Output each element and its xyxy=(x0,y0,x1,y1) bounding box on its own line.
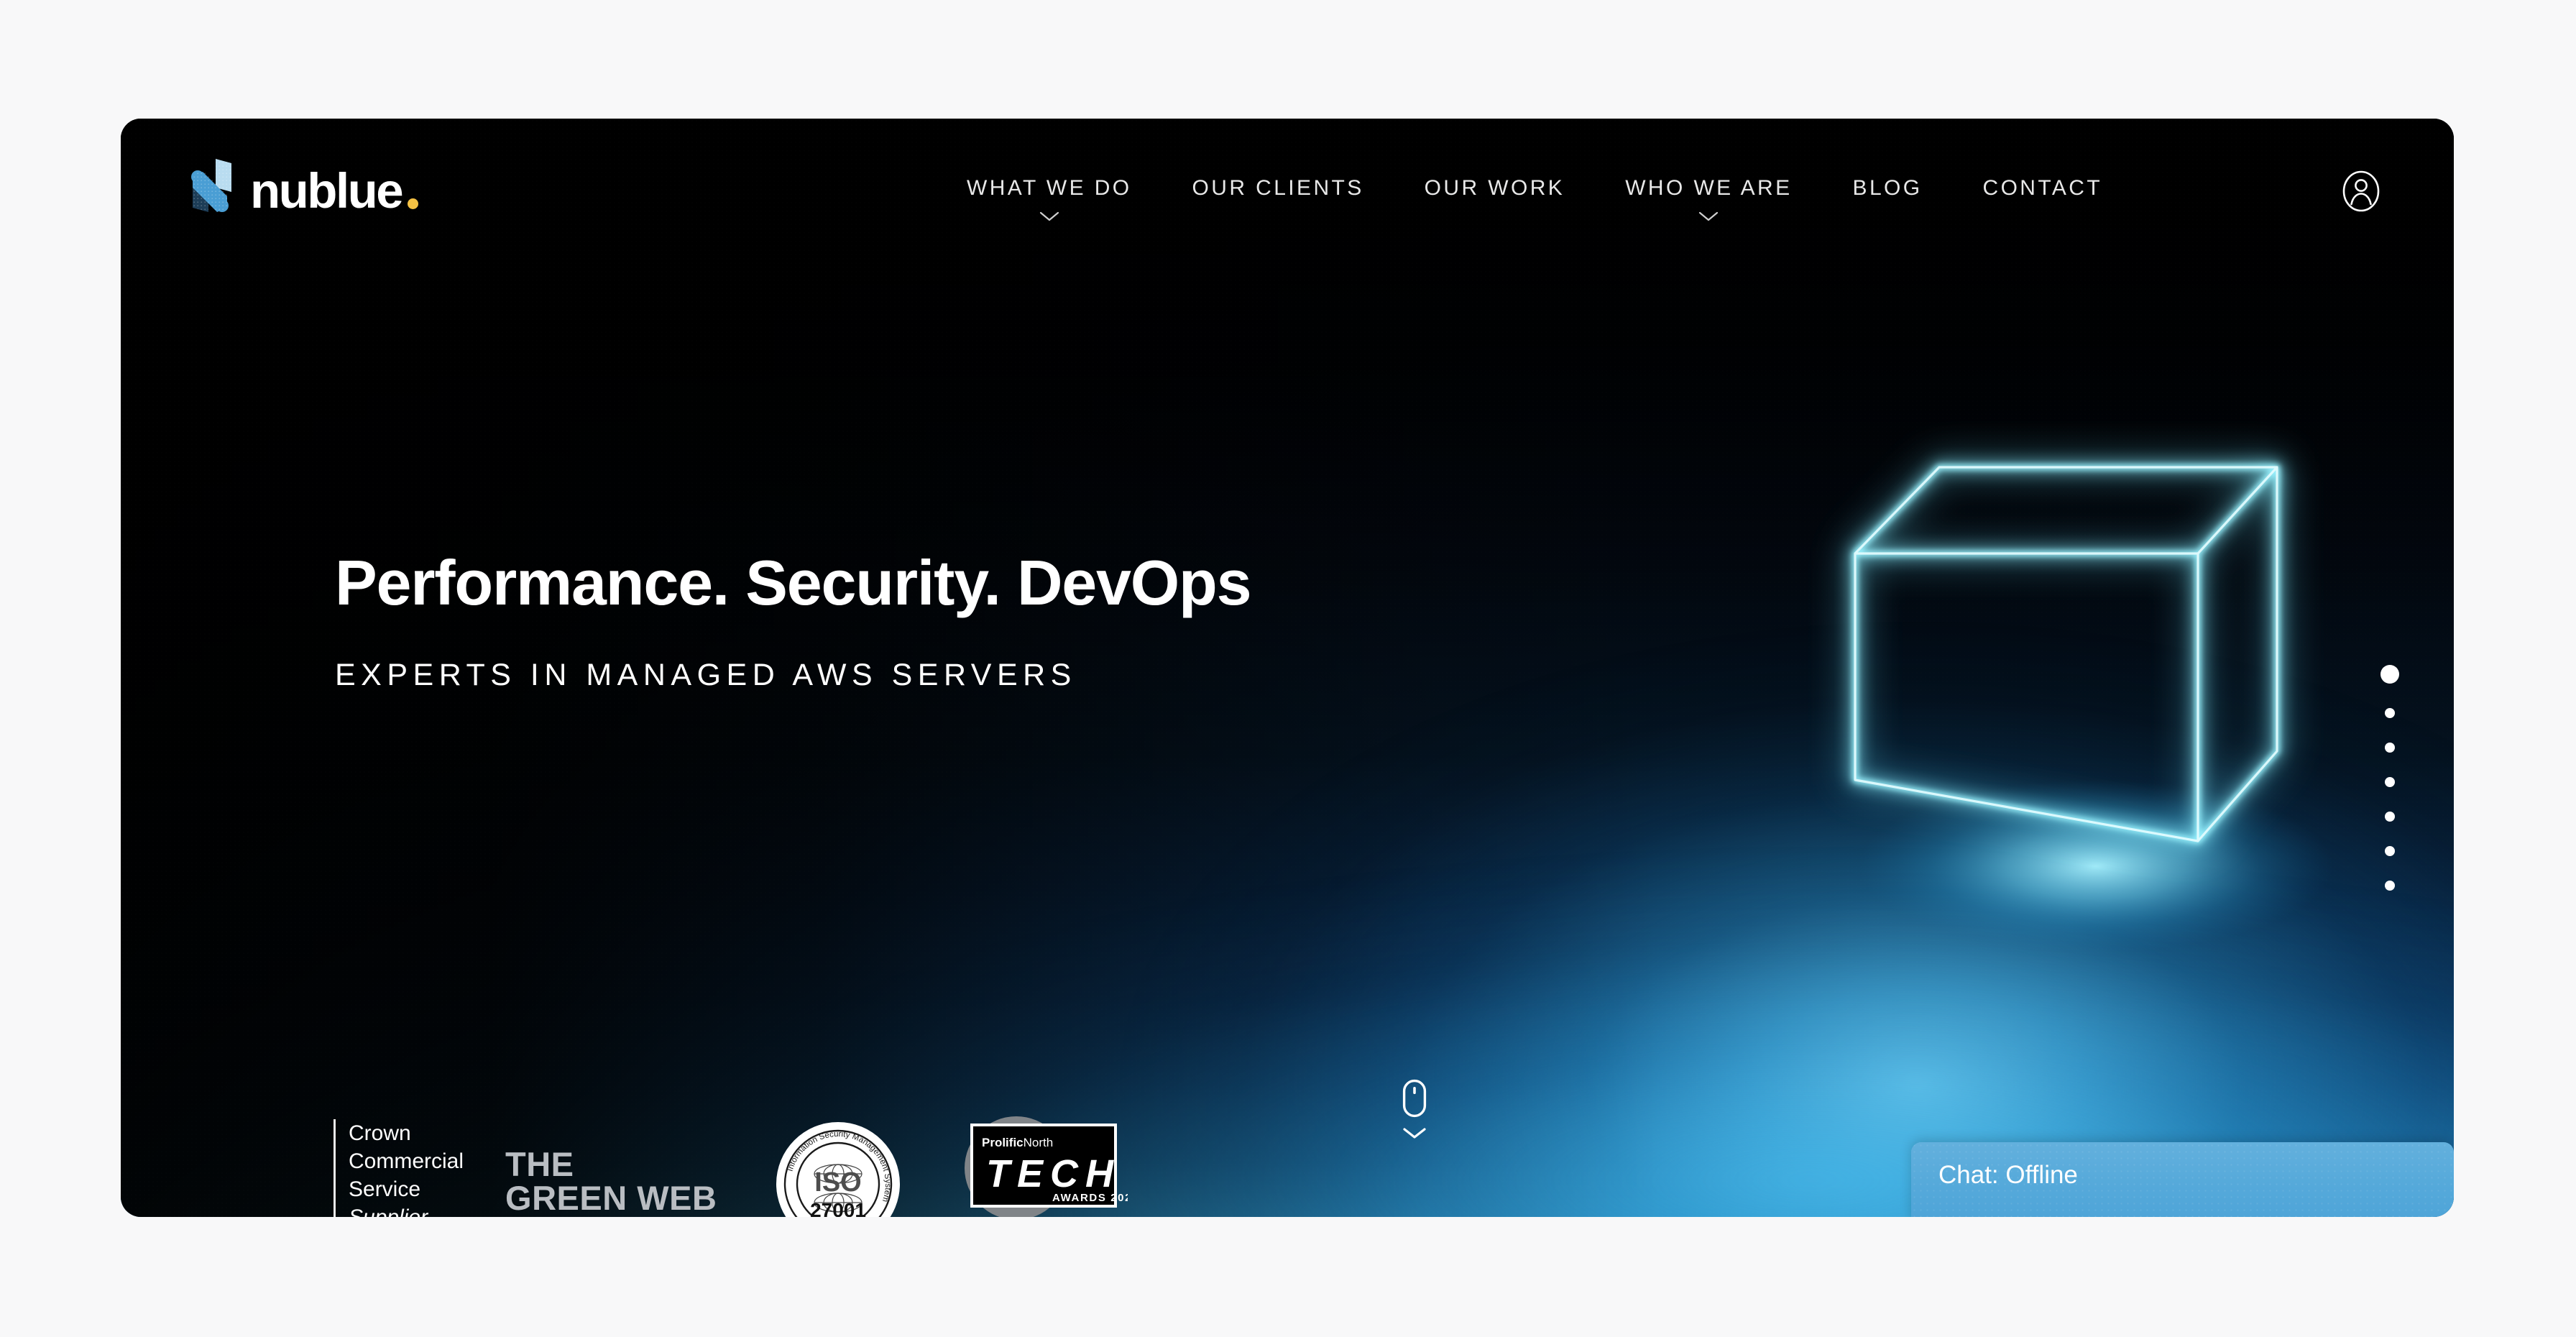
badge-green-web-foundation: THE GREEN WEB FOUNDATION xyxy=(505,1147,732,1217)
slide-dot-3[interactable] xyxy=(2385,743,2395,753)
hero-title: Performance. Security. DevOps xyxy=(335,547,1252,618)
iso-standard: ISO xyxy=(814,1167,861,1198)
ccs-line-1: Crown xyxy=(349,1121,411,1145)
iso-number: 27001 xyxy=(810,1199,866,1217)
tech-awards-year: AWARDS 2021 xyxy=(1052,1192,1128,1204)
badge-iso-27001: Information Security Management System I… xyxy=(773,1119,903,1217)
nav-item-our-clients[interactable]: OUR CLIENTS xyxy=(1162,176,1394,201)
ccs-vertical-rule xyxy=(334,1119,336,1217)
logo-nublue[interactable]: nublue xyxy=(183,153,419,219)
chevron-down-icon xyxy=(1699,211,1719,221)
svg-text:ProlificNorth: ProlificNorth xyxy=(982,1136,1053,1149)
hero-copy: Performance. Security. DevOps EXPERTS IN… xyxy=(335,547,1252,693)
chevron-down-icon xyxy=(1039,211,1059,221)
chevron-down-icon xyxy=(1403,1128,1426,1139)
nav-label: OUR CLIENTS xyxy=(1192,176,1364,200)
slide-dot-2[interactable] xyxy=(2385,708,2395,718)
nav-label: WHO WE ARE xyxy=(1625,176,1793,200)
chat-status-label: Chat: Offline xyxy=(1938,1161,2078,1189)
account-person-icon[interactable] xyxy=(2340,170,2382,212)
accreditation-badges: Crown Commercial Service Supplier THE GR… xyxy=(334,1112,1138,1217)
nav-label: BLOG xyxy=(1852,176,1923,200)
tech-title: TECH xyxy=(986,1152,1121,1195)
nav-label: OUR WORK xyxy=(1424,176,1565,200)
logo-wordmark: nublue xyxy=(250,163,404,219)
nav-label: CONTACT xyxy=(1982,176,2103,200)
badge-crown-commercial-service: Crown Commercial Service Supplier xyxy=(334,1119,464,1217)
nav-item-contact[interactable]: CONTACT xyxy=(1953,176,2133,201)
nav-item-our-work[interactable]: OUR WORK xyxy=(1394,176,1596,201)
tech-result: WINNER xyxy=(993,1216,1124,1217)
slide-dot-5[interactable] xyxy=(2385,812,2395,822)
tech-publisher-light: North xyxy=(1023,1136,1053,1149)
browser-viewport: nublue WHAT WE DO OUR CLIENTS OUR WORK W… xyxy=(121,119,2454,1217)
badge-prolific-north-tech-awards: ProlificNorth TECH AWARDS 2021 WINNER xyxy=(944,1112,1138,1217)
nav-item-blog[interactable]: BLOG xyxy=(1823,176,1953,201)
slide-dot-4[interactable] xyxy=(2385,777,2395,787)
hero-subtitle: EXPERTS IN MANAGED AWS SERVERS xyxy=(335,658,1077,693)
ccs-line-2: Commercial xyxy=(349,1149,464,1173)
slide-navigation-dots xyxy=(2380,665,2399,891)
nav-item-what-we-do[interactable]: WHAT WE DO xyxy=(937,176,1162,222)
gwf-line-2: GREEN WEB xyxy=(505,1179,717,1217)
site-header: nublue WHAT WE DO OUR CLIENTS OUR WORK W… xyxy=(121,119,2454,248)
ccs-line-3: Service xyxy=(349,1177,421,1201)
ccs-line-4: Supplier xyxy=(349,1203,464,1217)
nublue-mark-icon xyxy=(191,159,231,213)
nav-item-who-we-are[interactable]: WHO WE ARE xyxy=(1595,176,1822,222)
slide-dot-7[interactable] xyxy=(2385,881,2395,891)
mouse-scroll-icon xyxy=(1402,1079,1427,1118)
slide-dot-1[interactable] xyxy=(2380,665,2399,684)
scroll-down-indicator[interactable] xyxy=(1393,1079,1436,1139)
main-navigation: WHAT WE DO OUR CLIENTS OUR WORK WHO WE A… xyxy=(937,176,2133,222)
logo-dot-icon xyxy=(408,198,419,209)
nav-label: WHAT WE DO xyxy=(967,176,1132,200)
gwf-line-3: FOUNDATION xyxy=(505,1215,732,1217)
chat-widget[interactable]: Chat: Offline xyxy=(1911,1142,2454,1217)
gwf-line-1: THE xyxy=(505,1145,574,1183)
slide-dot-6[interactable] xyxy=(2385,846,2395,856)
tech-publisher-bold: Prolific xyxy=(982,1136,1024,1149)
